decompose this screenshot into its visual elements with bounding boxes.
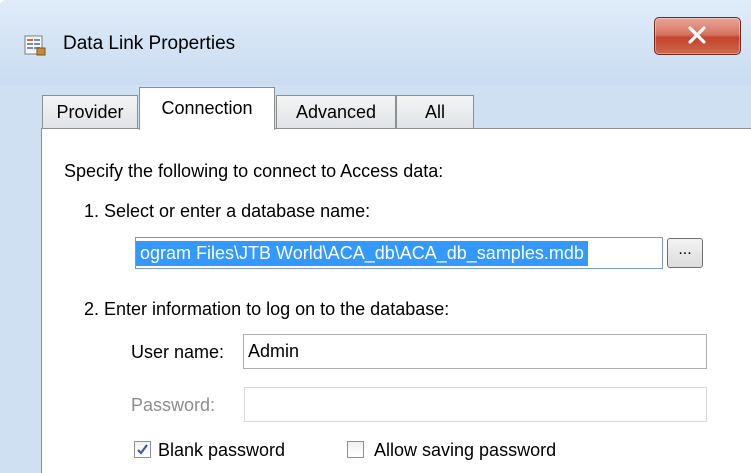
step1-label: 1. Select or enter a database name: bbox=[84, 201, 371, 221]
username-field[interactable] bbox=[243, 334, 707, 369]
blank-password-checkbox[interactable] bbox=[134, 441, 151, 458]
title-bar[interactable]: Data Link Properties bbox=[0, 0, 751, 85]
password-label: Password: bbox=[131, 395, 216, 415]
allow-saving-password-label: Allow saving password bbox=[374, 440, 557, 460]
step2-label: 2. Enter information to log on to the da… bbox=[84, 299, 450, 319]
database-path-text: ogram Files\JTB World\ACA_db\ACA_db_samp… bbox=[136, 241, 588, 266]
data-link-icon bbox=[23, 33, 47, 57]
window-title: Data Link Properties bbox=[63, 33, 236, 54]
close-button[interactable] bbox=[654, 17, 741, 55]
checkmark-icon bbox=[137, 444, 148, 455]
password-field[interactable] bbox=[244, 387, 707, 422]
tab-provider[interactable]: Provider bbox=[42, 95, 138, 129]
browse-button[interactable]: ... bbox=[667, 238, 703, 268]
username-label: User name: bbox=[131, 342, 225, 362]
tab-all[interactable]: All bbox=[396, 95, 474, 129]
password-input[interactable] bbox=[245, 388, 706, 421]
tab-advanced[interactable]: Advanced bbox=[276, 95, 396, 129]
dialog-window: Data Link Properties Provider Connection… bbox=[0, 0, 751, 473]
database-name-field[interactable]: ogram Files\JTB World\ACA_db\ACA_db_samp… bbox=[135, 237, 663, 269]
close-x-icon bbox=[688, 26, 706, 44]
tab-connection[interactable]: Connection bbox=[139, 87, 275, 130]
allow-saving-password-checkbox[interactable] bbox=[347, 441, 364, 458]
intro-label: Specify the following to connect to Acce… bbox=[64, 161, 444, 181]
username-input[interactable] bbox=[244, 335, 706, 368]
blank-password-label: Blank password bbox=[158, 440, 286, 460]
